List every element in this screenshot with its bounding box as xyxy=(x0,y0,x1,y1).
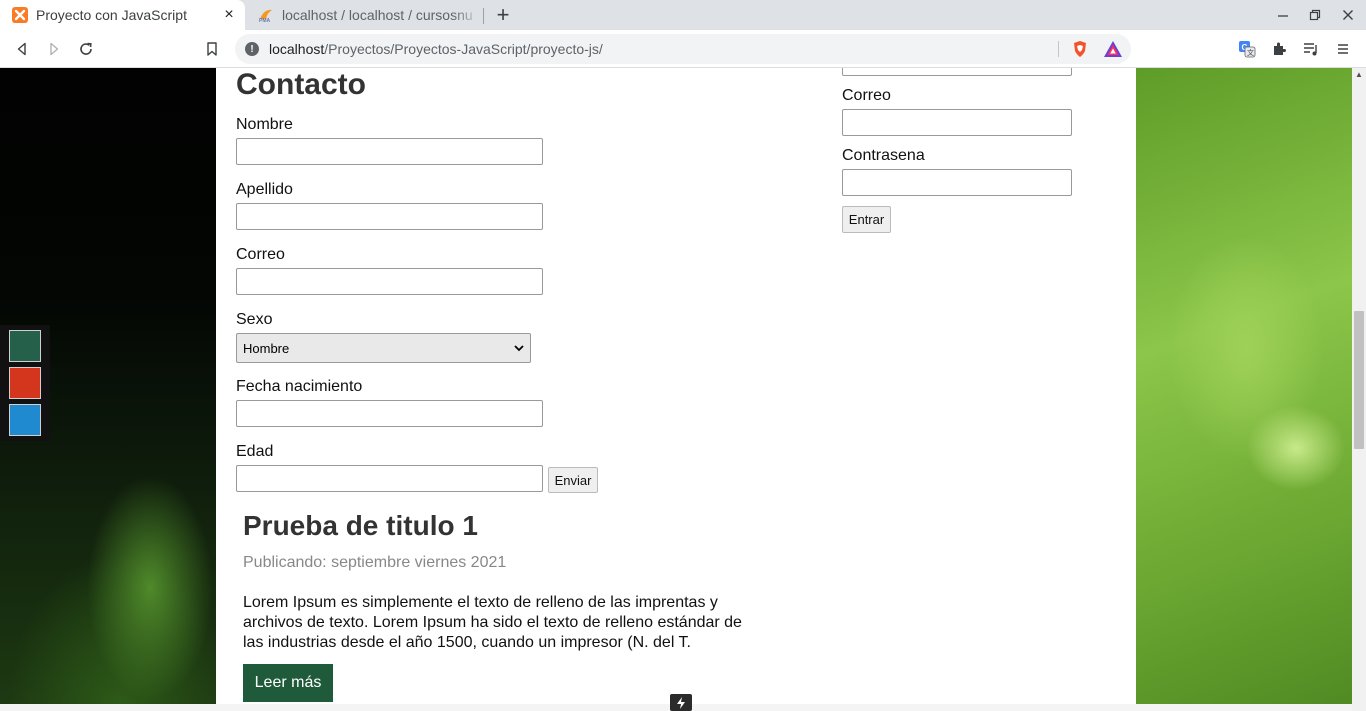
theme-swatch-red[interactable] xyxy=(9,367,41,399)
tab-title: localhost / localhost / cursosnu xyxy=(282,7,473,23)
label-login-correo: Correo xyxy=(842,87,891,104)
info-icon[interactable]: ! xyxy=(245,42,259,56)
enviar-button[interactable]: Enviar xyxy=(548,467,598,493)
forward-icon[interactable] xyxy=(42,38,66,60)
lightning-icon[interactable] xyxy=(670,694,692,711)
label-login-contrasena: Contrasena xyxy=(842,147,925,164)
label-sexo: Sexo xyxy=(236,311,273,328)
page-scrollbar[interactable]: ▲ xyxy=(1352,68,1366,711)
url-path: /Proyectos/Proyectos-JavaScript/proyecto… xyxy=(324,41,603,57)
theme-swatch-green[interactable] xyxy=(9,330,41,362)
read-more-button[interactable]: Leer más xyxy=(243,664,333,702)
translate-icon[interactable]: G文 xyxy=(1235,38,1259,60)
label-fecha-nacimiento: Fecha nacimiento xyxy=(236,378,363,395)
reload-icon[interactable] xyxy=(74,38,98,60)
label-correo: Correo xyxy=(236,246,285,263)
scroll-up-arrow-icon[interactable]: ▲ xyxy=(1355,71,1363,79)
tab-strip: Proyecto con JavaScript × PMA localhost … xyxy=(0,0,1366,30)
entrar-button[interactable]: Entrar xyxy=(842,206,891,233)
minimize-icon[interactable] xyxy=(1272,5,1294,25)
brave-shield-icon[interactable] xyxy=(1071,40,1089,58)
new-tab-button[interactable]: + xyxy=(490,2,516,27)
page-viewport: Contacto Nombre Apellido Correo Sexo Hom… xyxy=(0,68,1352,711)
scrollbar-thumb[interactable] xyxy=(1354,311,1364,449)
bookmark-icon[interactable] xyxy=(200,38,224,60)
menu-icon[interactable] xyxy=(1331,38,1355,60)
theme-swatch-blue[interactable] xyxy=(9,404,41,436)
main-content: Contacto Nombre Apellido Correo Sexo Hom… xyxy=(216,68,1136,711)
media-playlist-icon[interactable] xyxy=(1299,38,1323,60)
fecha-nacimiento-input[interactable] xyxy=(236,400,543,427)
omnibox-divider xyxy=(1058,41,1059,57)
sexo-select[interactable]: Hombre xyxy=(236,333,531,363)
url-host: localhost xyxy=(269,41,325,57)
login-top-input[interactable] xyxy=(842,68,1072,76)
label-edad: Edad xyxy=(236,443,274,460)
label-nombre: Nombre xyxy=(236,116,293,133)
theme-color-picker xyxy=(0,325,50,441)
restore-icon[interactable] xyxy=(1304,5,1326,25)
xampp-icon xyxy=(12,7,28,23)
edad-input[interactable] xyxy=(236,465,543,492)
chevron-down-icon xyxy=(514,345,524,352)
tab-phpmyadmin[interactable]: PMA localhost / localhost / cursosnu xyxy=(246,0,482,30)
article-title: Prueba de titulo 1 xyxy=(243,510,478,541)
tab-separator xyxy=(483,8,484,24)
correo-input[interactable] xyxy=(236,268,543,295)
background-image-right xyxy=(1136,68,1352,711)
tab-title: Proyecto con JavaScript xyxy=(36,7,187,23)
article-body: Lorem Ipsum es simplemente el texto de r… xyxy=(243,594,742,651)
article-date: Publicando: septiembre viernes 2021 xyxy=(243,554,507,571)
close-window-icon[interactable] xyxy=(1337,5,1359,25)
phpmyadmin-icon: PMA xyxy=(259,9,272,23)
contact-title: Contacto xyxy=(236,68,366,101)
url-text: localhost/Proyectos/Proyectos-JavaScript… xyxy=(269,41,603,57)
browser-toolbar: ! localhost/Proyectos/Proyectos-JavaScri… xyxy=(0,30,1366,68)
apellido-input[interactable] xyxy=(236,203,543,230)
sexo-selected-value: Hombre xyxy=(243,340,290,356)
back-icon[interactable] xyxy=(10,38,34,60)
login-correo-input[interactable] xyxy=(842,109,1072,136)
tab-proyecto[interactable]: Proyecto con JavaScript × xyxy=(0,0,245,30)
svg-text:PMA: PMA xyxy=(259,18,271,23)
login-contrasena-input[interactable] xyxy=(842,169,1072,196)
close-tab-icon[interactable]: × xyxy=(219,5,239,25)
label-apellido: Apellido xyxy=(236,181,293,198)
address-bar[interactable]: ! localhost/Proyectos/Proyectos-JavaScri… xyxy=(235,34,1131,64)
brave-rewards-icon[interactable] xyxy=(1103,40,1123,58)
svg-text:文: 文 xyxy=(1247,48,1254,57)
extensions-icon[interactable] xyxy=(1267,38,1291,60)
nombre-input[interactable] xyxy=(236,138,543,165)
